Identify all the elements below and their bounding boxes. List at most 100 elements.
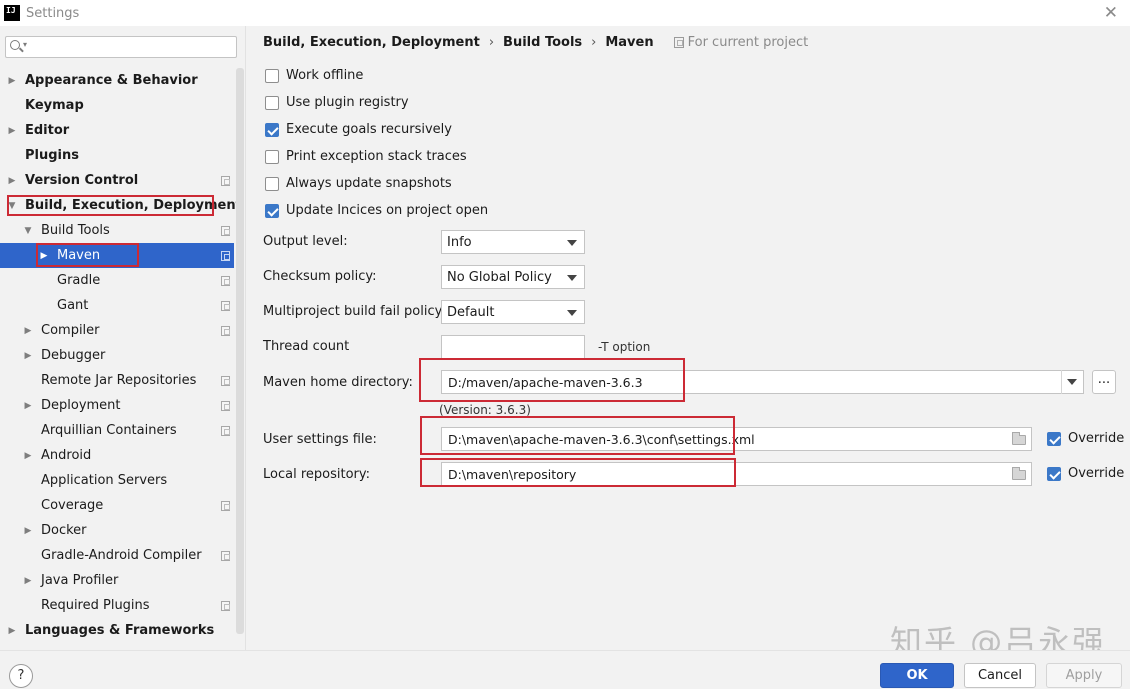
sidebar-item-languages-frameworks[interactable]: ▶ Languages & Frameworks bbox=[0, 618, 234, 643]
sidebar-item-plugins[interactable]: Plugins bbox=[0, 143, 234, 168]
sidebar-item-coverage[interactable]: Coverage bbox=[0, 493, 234, 518]
user-settings-override[interactable]: Override bbox=[1047, 431, 1124, 446]
sidebar-item-version-control[interactable]: ▶ Version Control bbox=[0, 168, 234, 193]
sidebar-item-compiler[interactable]: ▶ Compiler bbox=[0, 318, 234, 343]
sidebar-item-gradle[interactable]: Gradle bbox=[0, 268, 234, 293]
sidebar-item-gradle-android-compiler[interactable]: Gradle-Android Compiler bbox=[0, 543, 234, 568]
multiproject-policy-select[interactable]: Default bbox=[441, 300, 585, 324]
collapsed-arrow-icon[interactable]: ▶ bbox=[23, 576, 33, 586]
sidebar-item-editor[interactable]: ▶ Editor bbox=[0, 118, 234, 143]
override-checkbox[interactable] bbox=[1047, 431, 1061, 446]
checkbox-label: Print exception stack traces bbox=[286, 149, 467, 164]
sidebar-item-keymap[interactable]: Keymap bbox=[0, 93, 234, 118]
collapsed-arrow-icon[interactable]: ▶ bbox=[23, 401, 33, 411]
collapsed-arrow-icon[interactable]: ▶ bbox=[39, 251, 49, 261]
breadcrumb: Build, Execution, Deployment › Build Too… bbox=[263, 35, 808, 50]
sidebar-item-build-tools[interactable]: ▼ Build Tools bbox=[0, 218, 234, 243]
option-execute-goals-recursively[interactable]: Execute goals recursively bbox=[265, 122, 452, 137]
help-button[interactable]: ? bbox=[9, 664, 33, 688]
settings-search[interactable]: ▾ bbox=[5, 36, 237, 58]
checksum-policy-value: No Global Policy bbox=[447, 269, 552, 285]
sidebar-item-debugger[interactable]: ▶ Debugger bbox=[0, 343, 234, 368]
maven-version-label: (Version: 3.6.3) bbox=[439, 403, 531, 417]
option-work-offline[interactable]: Work offline bbox=[265, 68, 363, 83]
local-repository-value: D:\maven\repository bbox=[448, 466, 577, 482]
maven-home-value: D:/maven/apache-maven-3.6.3 bbox=[448, 374, 643, 390]
sidebar-item-deployment[interactable]: ▶ Deployment bbox=[0, 393, 234, 418]
browse-maven-home-button[interactable]: ... bbox=[1092, 370, 1116, 394]
collapsed-arrow-icon[interactable]: ▶ bbox=[7, 176, 17, 186]
output-level-select[interactable]: Info bbox=[441, 230, 585, 254]
sidebar-item-maven[interactable]: ▶ Maven bbox=[0, 243, 234, 268]
expanded-arrow-icon[interactable]: ▼ bbox=[7, 201, 17, 211]
close-icon[interactable]: ✕ bbox=[1104, 3, 1118, 23]
user-settings-input[interactable]: D:\maven\apache-maven-3.6.3\conf\setting… bbox=[441, 427, 1032, 451]
sidebar-item-build-execution-deployment[interactable]: ▼ Build, Execution, Deployment bbox=[0, 193, 242, 218]
sidebar-item-label: Build, Execution, Deployment bbox=[25, 198, 242, 213]
checkbox[interactable] bbox=[265, 95, 279, 110]
sidebar-item-label: Gant bbox=[57, 298, 89, 313]
thread-count-input[interactable] bbox=[441, 335, 585, 359]
breadcrumb-item[interactable]: Build, Execution, Deployment bbox=[263, 35, 480, 50]
breadcrumb-separator: › bbox=[488, 35, 495, 50]
sidebar-item-required-plugins[interactable]: Required Plugins bbox=[0, 593, 234, 618]
search-input[interactable] bbox=[32, 38, 232, 56]
collapsed-arrow-icon[interactable]: ▶ bbox=[23, 351, 33, 361]
sidebar-item-arquillian-containers[interactable]: Arquillian Containers bbox=[0, 418, 234, 443]
thread-count-hint: -T option bbox=[598, 340, 651, 354]
sidebar-item-android[interactable]: ▶ Android bbox=[0, 443, 234, 468]
option-update-incices-on-project-open[interactable]: Update Incices on project open bbox=[265, 203, 488, 218]
apply-button[interactable]: Apply bbox=[1046, 663, 1122, 688]
project-scope-icon bbox=[221, 376, 230, 386]
project-scope-icon bbox=[221, 301, 230, 311]
collapsed-arrow-icon[interactable]: ▶ bbox=[7, 126, 17, 136]
sidebar-item-application-servers[interactable]: Application Servers bbox=[0, 468, 234, 493]
collapsed-arrow-icon[interactable]: ▶ bbox=[23, 451, 33, 461]
sidebar-item-docker[interactable]: ▶ Docker bbox=[0, 518, 234, 543]
folder-icon[interactable] bbox=[1012, 432, 1026, 445]
sidebar-item-label: Java Profiler bbox=[41, 573, 119, 588]
checkbox[interactable] bbox=[265, 176, 279, 191]
checkbox[interactable] bbox=[265, 149, 279, 164]
output-level-value: Info bbox=[447, 234, 472, 250]
collapsed-arrow-icon[interactable]: ▶ bbox=[7, 626, 17, 636]
search-dropdown-icon[interactable]: ▾ bbox=[23, 40, 27, 49]
project-scope-icon bbox=[221, 226, 230, 236]
checksum-policy-select[interactable]: No Global Policy bbox=[441, 265, 585, 289]
sidebar-item-gant[interactable]: Gant bbox=[0, 293, 234, 318]
option-always-update-snapshots[interactable]: Always update snapshots bbox=[265, 176, 452, 191]
checkbox[interactable] bbox=[265, 122, 279, 137]
cancel-button[interactable]: Cancel bbox=[964, 663, 1036, 688]
sidebar-item-label: Coverage bbox=[41, 498, 104, 513]
expanded-arrow-icon[interactable]: ▼ bbox=[23, 226, 33, 236]
collapsed-arrow-icon[interactable]: ▶ bbox=[23, 326, 33, 336]
sidebar-item-label: Arquillian Containers bbox=[41, 423, 177, 438]
local-repository-override[interactable]: Override bbox=[1047, 466, 1124, 481]
sidebar-item-remote-jar-repositories[interactable]: Remote Jar Repositories bbox=[0, 368, 234, 393]
chevron-down-icon[interactable] bbox=[1061, 370, 1083, 394]
override-checkbox[interactable] bbox=[1047, 466, 1061, 481]
checkbox-label: Work offline bbox=[286, 68, 364, 83]
ok-button[interactable]: OK bbox=[880, 663, 954, 688]
sidebar-item-appearance-behavior[interactable]: ▶ Appearance & Behavior bbox=[0, 68, 234, 93]
sidebar-scrollbar[interactable] bbox=[236, 68, 244, 634]
option-print-exception-stack-traces[interactable]: Print exception stack traces bbox=[265, 149, 467, 164]
collapsed-arrow-icon[interactable]: ▶ bbox=[7, 76, 17, 86]
sidebar-item-label: Application Servers bbox=[41, 473, 168, 488]
sidebar-item-java-profiler[interactable]: ▶ Java Profiler bbox=[0, 568, 234, 593]
project-scope-icon bbox=[221, 326, 230, 336]
option-use-plugin-registry[interactable]: Use plugin registry bbox=[265, 95, 409, 110]
collapsed-arrow-icon[interactable]: ▶ bbox=[23, 526, 33, 536]
local-repository-input[interactable]: D:\maven\repository bbox=[441, 462, 1032, 486]
breadcrumb-item[interactable]: Build Tools bbox=[503, 35, 582, 50]
folder-icon[interactable] bbox=[1012, 467, 1026, 480]
checksum-policy-label: Checksum policy: bbox=[263, 269, 377, 284]
sidebar-item-label: Editor bbox=[25, 123, 70, 138]
maven-home-combo[interactable]: D:/maven/apache-maven-3.6.3 bbox=[441, 370, 1084, 394]
thread-count-label: Thread count bbox=[263, 339, 350, 354]
checkbox[interactable] bbox=[265, 68, 279, 83]
checkbox-label: Use plugin registry bbox=[286, 95, 409, 110]
checkbox-label: Always update snapshots bbox=[286, 176, 452, 191]
checkbox[interactable] bbox=[265, 203, 279, 218]
override-label: Override bbox=[1068, 466, 1125, 481]
